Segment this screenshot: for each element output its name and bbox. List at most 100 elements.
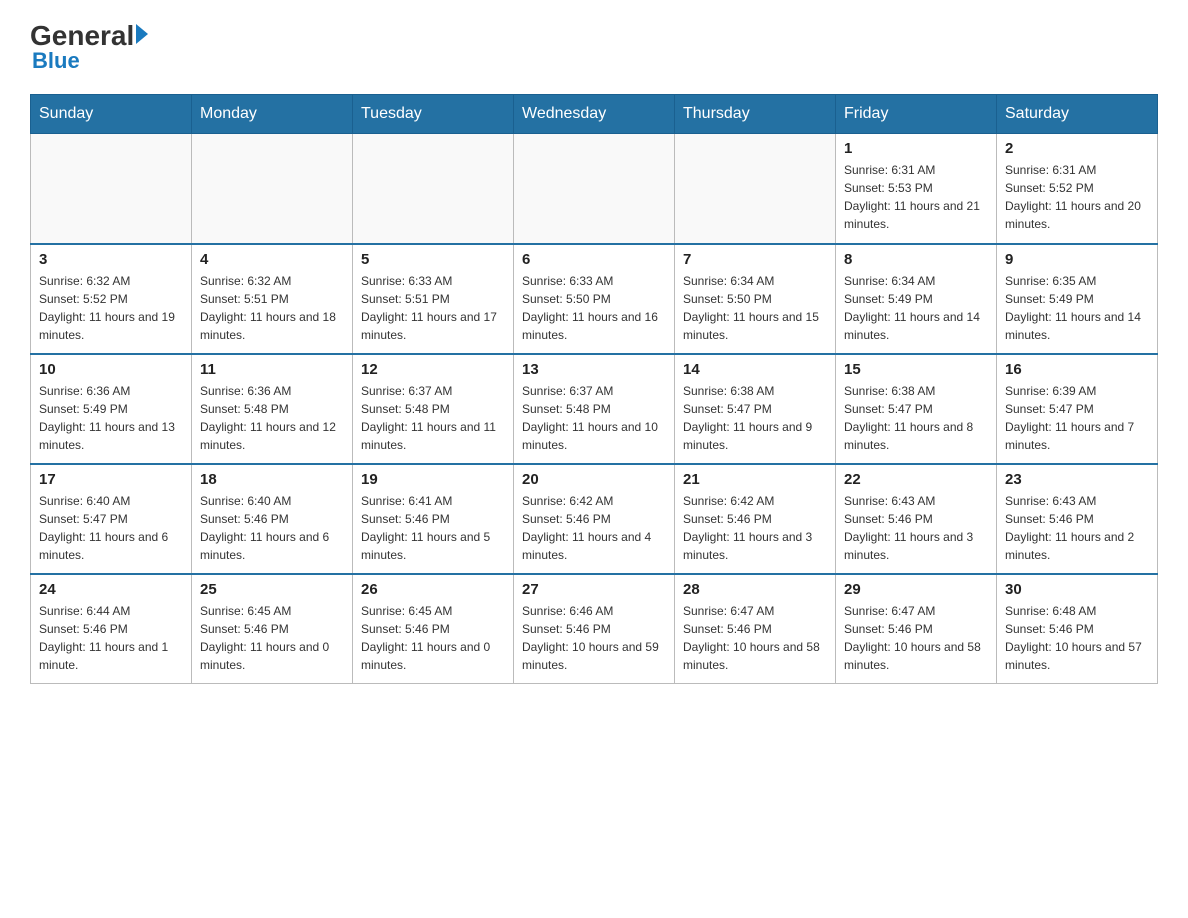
day-number: 17: [39, 471, 183, 488]
table-row: 16Sunrise: 6:39 AMSunset: 5:47 PMDayligh…: [997, 354, 1158, 464]
table-row: 7 Sunrise: 6:34 AMSunset: 5:50 PMDaylight…: [675, 244, 836, 354]
col-saturday: Saturday: [997, 95, 1158, 134]
table-row: 2Sunrise: 6:31 AMSunset: 5:52 PMDaylight…: [997, 134, 1158, 244]
day-number: 28: [683, 581, 827, 598]
table-row: 14 Sunrise: 6:38 AMSunset: 5:47 PMDayligh…: [675, 354, 836, 464]
col-thursday: Thursday: [675, 95, 836, 134]
table-row: 1Sunrise: 6:31 AMSunset: 5:53 PMDaylight…: [836, 134, 997, 244]
day-info: Sunrise: 6:39 AMSunset: 5:47 PMDaylight:…: [1005, 382, 1149, 454]
col-wednesday: Wednesday: [514, 95, 675, 134]
day-number: 10: [39, 361, 183, 378]
table-row: 17 Sunrise: 6:40 AMSunset: 5:47 PMDayligh…: [31, 464, 192, 574]
day-number: 22: [844, 471, 988, 488]
table-row: 25Sunrise: 6:45 AMSunset: 5:46 PMDayligh…: [192, 574, 353, 684]
calendar-week-row: 3 Sunrise: 6:32 AMSunset: 5:52 PMDaylight…: [31, 244, 1158, 354]
table-row: 27 Sunrise: 6:46 AMSunset: 5:46 PMDayligh…: [514, 574, 675, 684]
day-number: 3: [39, 251, 183, 268]
table-row: [192, 134, 353, 244]
table-row: 12 Sunrise: 6:37 AMSunset: 5:48 PMDayligh…: [353, 354, 514, 464]
day-info: Sunrise: 6:43 AMSunset: 5:46 PMDaylight:…: [844, 492, 988, 564]
table-row: 15 Sunrise: 6:38 AMSunset: 5:47 PMDayligh…: [836, 354, 997, 464]
day-info: Sunrise: 6:38 AMSunset: 5:47 PMDaylight:…: [844, 382, 988, 454]
table-row: 19 Sunrise: 6:41 AMSunset: 5:46 PMDayligh…: [353, 464, 514, 574]
day-info: Sunrise: 6:34 AMSunset: 5:49 PMDaylight:…: [844, 272, 988, 344]
table-row: 5 Sunrise: 6:33 AMSunset: 5:51 PMDaylight…: [353, 244, 514, 354]
day-number: 20: [522, 471, 666, 488]
table-row: 9 Sunrise: 6:35 AMSunset: 5:49 PMDaylight…: [997, 244, 1158, 354]
day-info: Sunrise: 6:47 AMSunset: 5:46 PMDaylight:…: [844, 602, 988, 674]
day-number: 5: [361, 251, 505, 268]
table-row: 3 Sunrise: 6:32 AMSunset: 5:52 PMDaylight…: [31, 244, 192, 354]
day-info: Sunrise: 6:45 AMSunset: 5:46 PMDaylight:…: [361, 602, 505, 674]
day-number: 25: [200, 581, 344, 598]
day-number: 21: [683, 471, 827, 488]
table-row: 10 Sunrise: 6:36 AMSunset: 5:49 PMDayligh…: [31, 354, 192, 464]
day-number: 4: [200, 251, 344, 268]
table-row: 22 Sunrise: 6:43 AMSunset: 5:46 PMDayligh…: [836, 464, 997, 574]
calendar-week-row: 17 Sunrise: 6:40 AMSunset: 5:47 PMDayligh…: [31, 464, 1158, 574]
calendar-week-row: 1Sunrise: 6:31 AMSunset: 5:53 PMDaylight…: [31, 134, 1158, 244]
table-row: 4 Sunrise: 6:32 AMSunset: 5:51 PMDaylight…: [192, 244, 353, 354]
day-number: 12: [361, 361, 505, 378]
table-row: 18Sunrise: 6:40 AMSunset: 5:46 PMDayligh…: [192, 464, 353, 574]
table-row: 23 Sunrise: 6:43 AMSunset: 5:46 PMDayligh…: [997, 464, 1158, 574]
calendar-header-row: Sunday Monday Tuesday Wednesday Thursday…: [31, 95, 1158, 134]
day-number: 15: [844, 361, 988, 378]
day-number: 14: [683, 361, 827, 378]
day-info: Sunrise: 6:42 AMSunset: 5:46 PMDaylight:…: [683, 492, 827, 564]
col-tuesday: Tuesday: [353, 95, 514, 134]
day-info: Sunrise: 6:36 AMSunset: 5:49 PMDaylight:…: [39, 382, 183, 454]
day-info: Sunrise: 6:43 AMSunset: 5:46 PMDaylight:…: [1005, 492, 1149, 564]
day-info: Sunrise: 6:46 AMSunset: 5:46 PMDaylight:…: [522, 602, 666, 674]
logo: General Blue: [30, 20, 148, 74]
day-number: 30: [1005, 581, 1149, 598]
calendar-week-row: 24 Sunrise: 6:44 AMSunset: 5:46 PMDayligh…: [31, 574, 1158, 684]
calendar-table: Sunday Monday Tuesday Wednesday Thursday…: [30, 94, 1158, 684]
table-row: 24 Sunrise: 6:44 AMSunset: 5:46 PMDayligh…: [31, 574, 192, 684]
table-row: [31, 134, 192, 244]
page-header: General Blue: [30, 20, 1158, 74]
logo-blue-label: Blue: [32, 48, 80, 74]
day-number: 8: [844, 251, 988, 268]
day-number: 18: [200, 471, 344, 488]
table-row: 11Sunrise: 6:36 AMSunset: 5:48 PMDayligh…: [192, 354, 353, 464]
day-info: Sunrise: 6:37 AMSunset: 5:48 PMDaylight:…: [361, 382, 505, 454]
day-info: Sunrise: 6:33 AMSunset: 5:51 PMDaylight:…: [361, 272, 505, 344]
day-info: Sunrise: 6:40 AMSunset: 5:47 PMDaylight:…: [39, 492, 183, 564]
day-info: Sunrise: 6:35 AMSunset: 5:49 PMDaylight:…: [1005, 272, 1149, 344]
day-info: Sunrise: 6:38 AMSunset: 5:47 PMDaylight:…: [683, 382, 827, 454]
table-row: 20 Sunrise: 6:42 AMSunset: 5:46 PMDayligh…: [514, 464, 675, 574]
table-row: [514, 134, 675, 244]
day-info: Sunrise: 6:31 AMSunset: 5:53 PMDaylight:…: [844, 161, 988, 233]
table-row: [353, 134, 514, 244]
day-info: Sunrise: 6:34 AMSunset: 5:50 PMDaylight:…: [683, 272, 827, 344]
table-row: 6Sunrise: 6:33 AMSunset: 5:50 PMDaylight…: [514, 244, 675, 354]
day-number: 7: [683, 251, 827, 268]
day-info: Sunrise: 6:32 AMSunset: 5:51 PMDaylight:…: [200, 272, 344, 344]
calendar-week-row: 10 Sunrise: 6:36 AMSunset: 5:49 PMDayligh…: [31, 354, 1158, 464]
day-info: Sunrise: 6:37 AMSunset: 5:48 PMDaylight:…: [522, 382, 666, 454]
day-number: 11: [200, 361, 344, 378]
day-number: 19: [361, 471, 505, 488]
day-number: 24: [39, 581, 183, 598]
day-number: 13: [522, 361, 666, 378]
day-number: 27: [522, 581, 666, 598]
day-number: 2: [1005, 140, 1149, 157]
day-info: Sunrise: 6:44 AMSunset: 5:46 PMDaylight:…: [39, 602, 183, 674]
table-row: 26Sunrise: 6:45 AMSunset: 5:46 PMDayligh…: [353, 574, 514, 684]
table-row: 8 Sunrise: 6:34 AMSunset: 5:49 PMDaylight…: [836, 244, 997, 354]
day-info: Sunrise: 6:41 AMSunset: 5:46 PMDaylight:…: [361, 492, 505, 564]
day-info: Sunrise: 6:48 AMSunset: 5:46 PMDaylight:…: [1005, 602, 1149, 674]
col-friday: Friday: [836, 95, 997, 134]
day-number: 9: [1005, 251, 1149, 268]
table-row: [675, 134, 836, 244]
col-sunday: Sunday: [31, 95, 192, 134]
day-number: 23: [1005, 471, 1149, 488]
day-number: 6: [522, 251, 666, 268]
logo-arrow-icon: [136, 24, 148, 44]
table-row: 29Sunrise: 6:47 AMSunset: 5:46 PMDayligh…: [836, 574, 997, 684]
table-row: 21 Sunrise: 6:42 AMSunset: 5:46 PMDayligh…: [675, 464, 836, 574]
day-info: Sunrise: 6:32 AMSunset: 5:52 PMDaylight:…: [39, 272, 183, 344]
table-row: 30 Sunrise: 6:48 AMSunset: 5:46 PMDayligh…: [997, 574, 1158, 684]
day-info: Sunrise: 6:42 AMSunset: 5:46 PMDaylight:…: [522, 492, 666, 564]
